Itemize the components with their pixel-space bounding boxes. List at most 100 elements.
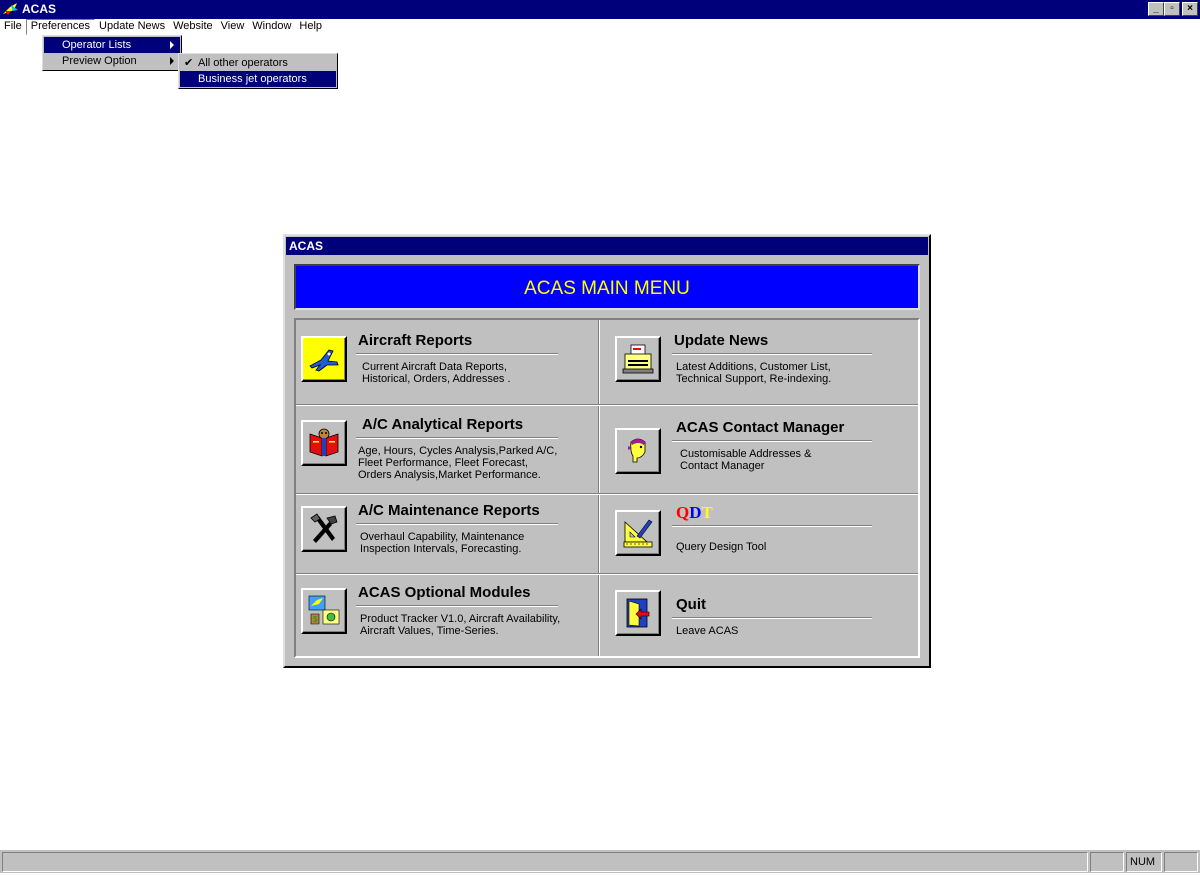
desc-line: Aircraft Values, Time-Series. — [360, 625, 499, 637]
optional-modules-desc: Product Tracker V1.0, Aircraft Availabil… — [360, 613, 560, 637]
menu-bar: File Preferences Update News Website Vie… — [0, 19, 1200, 35]
dialog-titlebar[interactable]: ACAS — [286, 237, 928, 255]
menu-file[interactable]: File — [0, 19, 26, 35]
grid-divider — [296, 404, 918, 406]
qdt-letter: Q — [676, 503, 690, 522]
svg-text:$: $ — [313, 615, 318, 624]
menu-website[interactable]: Website — [169, 19, 217, 35]
qdt-desc: Query Design Tool — [676, 541, 766, 553]
status-pane-scroll — [1164, 852, 1198, 872]
qdt-letter: D — [689, 503, 702, 522]
desc-line: Fleet Performance, Fleet Forecast, — [358, 457, 528, 469]
desc-line: Customisable Addresses & — [680, 448, 812, 460]
operator-lists-submenu: ✔ All other operators Business jet opera… — [178, 53, 338, 89]
modules-icon: $ — [308, 595, 340, 625]
maintenance-reports-title: A/C Maintenance Reports — [358, 502, 540, 519]
airplane-icon — [309, 349, 339, 372]
submenu-item-label: Business jet operators — [198, 73, 307, 85]
main-menu-dialog: ACAS ACAS MAIN MENU Aircraft Reports Cur… — [283, 234, 931, 668]
checkmark-icon: ✔ — [184, 57, 194, 69]
maintenance-reports-desc: Overhaul Capability, Maintenance Inspect… — [360, 531, 524, 555]
submenu-item-all-other-operators[interactable]: ✔ All other operators — [180, 55, 336, 71]
submenu-item-label: All other operators — [198, 57, 288, 69]
acas-logo-icon — [2, 1, 20, 17]
analytical-reports-title: A/C Analytical Reports — [362, 416, 524, 433]
optional-modules-title: ACAS Optional Modules — [358, 584, 531, 601]
submenu-item-business-jet-operators[interactable]: Business jet operators — [180, 71, 336, 87]
desc-line: Product Tracker V1.0, Aircraft Availabil… — [360, 613, 561, 625]
desc-line: Contact Manager — [680, 460, 765, 472]
typewriter-icon — [622, 344, 654, 374]
contact-manager-desc: Customisable Addresses & Contact Manager — [680, 448, 811, 472]
status-bar: NUM — [0, 849, 1200, 873]
menu-item-operator-lists[interactable]: Operator Lists — [44, 37, 180, 53]
title-rule — [672, 353, 872, 355]
desc-line: Overhaul Capability, Maintenance — [360, 531, 525, 543]
status-message — [2, 852, 1088, 872]
menu-item-preview-option[interactable]: Preview Option — [44, 53, 180, 69]
optional-modules-button[interactable]: $ — [301, 588, 347, 634]
grid-divider — [296, 493, 918, 495]
qdt-letter: T — [701, 503, 713, 522]
aircraft-reports-button[interactable] — [301, 336, 347, 382]
minimize-button[interactable]: _ — [1148, 2, 1164, 16]
desc-line: Latest Additions, Customer List, — [676, 361, 831, 373]
update-news-desc: Latest Additions, Customer List, Technic… — [676, 361, 831, 385]
tools-icon — [310, 513, 338, 543]
menu-window[interactable]: Window — [248, 19, 295, 35]
set-square-icon — [623, 519, 653, 548]
status-pane-caps — [1090, 852, 1124, 872]
person-head-icon — [628, 438, 646, 463]
contact-manager-button[interactable] — [615, 428, 661, 474]
title-rule — [356, 605, 558, 607]
title-rule — [356, 353, 558, 355]
menu-item-label: Operator Lists — [62, 39, 132, 51]
submenu-arrow-icon — [170, 41, 174, 49]
qdt-button[interactable] — [615, 510, 661, 556]
menu-grid: Aircraft Reports Current Aircraft Data R… — [294, 318, 920, 658]
grid-divider — [296, 573, 918, 575]
title-rule — [672, 617, 872, 619]
menu-help[interactable]: Help — [295, 19, 326, 35]
contact-manager-title: ACAS Contact Manager — [676, 419, 845, 436]
desc-line: Age, Hours, Cycles Analysis,Parked A/C, — [358, 445, 558, 457]
update-news-title: Update News — [674, 332, 769, 349]
desc-line: Historical, Orders, Addresses . — [362, 373, 511, 385]
quit-button[interactable] — [615, 590, 661, 636]
dialog-title: ACAS — [289, 239, 324, 253]
app-titlebar: ACAS _ ▫ × — [0, 0, 1200, 19]
banner-title: ACAS MAIN MENU — [524, 278, 690, 299]
desc-line: Query Design Tool — [676, 541, 767, 553]
analytical-reports-button[interactable] — [301, 420, 347, 466]
close-button[interactable]: × — [1182, 2, 1198, 16]
restore-button[interactable]: ▫ — [1164, 2, 1180, 16]
title-rule — [672, 525, 872, 527]
preferences-dropdown: Operator Lists Preview Option — [42, 35, 182, 71]
title-rule — [356, 437, 558, 439]
qdt-title: QDT — [676, 503, 713, 523]
update-news-button[interactable] — [615, 336, 661, 382]
desc-line: Inspection Intervals, Forecasting. — [360, 543, 522, 555]
book-reader-icon — [309, 428, 339, 457]
aircraft-reports-title: Aircraft Reports — [358, 332, 473, 349]
main-menu-banner: ACAS MAIN MENU — [294, 264, 920, 310]
quit-desc: Leave ACAS — [676, 625, 738, 637]
exit-door-icon — [626, 598, 650, 628]
maintenance-reports-button[interactable] — [301, 506, 347, 552]
window-controls: _ ▫ × — [1148, 2, 1198, 16]
desc-line: Orders Analysis,Market Performance. — [358, 469, 541, 481]
desc-line: Current Aircraft Data Reports, — [362, 361, 507, 373]
title-rule — [672, 440, 872, 442]
submenu-arrow-icon — [170, 57, 174, 65]
desc-line: Leave ACAS — [676, 625, 739, 637]
aircraft-reports-desc: Current Aircraft Data Reports, Historica… — [362, 361, 511, 385]
menu-update-news[interactable]: Update News — [95, 19, 169, 35]
desc-line: Technical Support, Re-indexing. — [676, 373, 832, 385]
analytical-reports-desc: Age, Hours, Cycles Analysis,Parked A/C, … — [358, 445, 557, 481]
menu-item-label: Preview Option — [62, 55, 137, 67]
menu-preferences[interactable]: Preferences — [25, 19, 96, 35]
menu-view[interactable]: View — [217, 19, 249, 35]
status-pane-num: NUM — [1126, 852, 1162, 872]
app-title: ACAS — [22, 2, 57, 16]
title-rule — [356, 523, 558, 525]
